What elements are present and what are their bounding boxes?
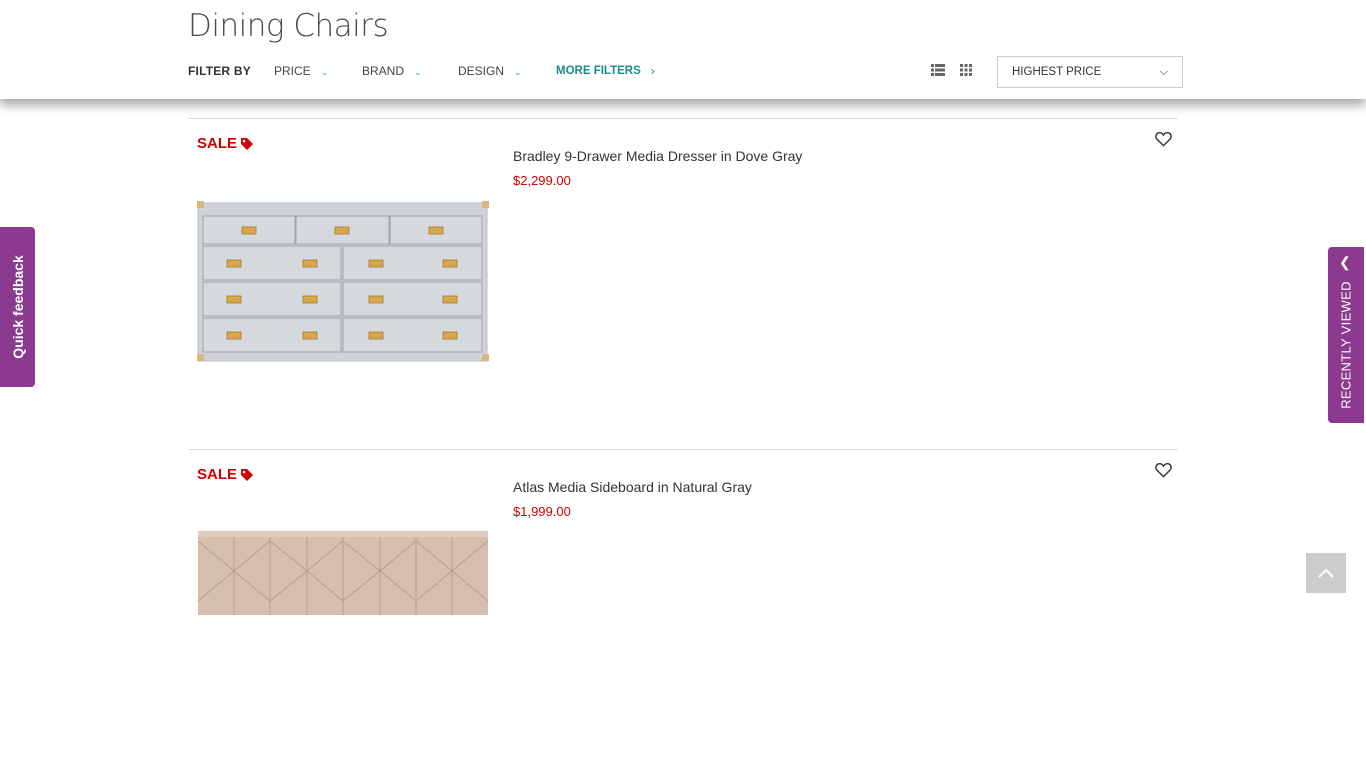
heart-icon[interactable] (1155, 462, 1172, 478)
price-filter-label: PRICE (274, 64, 311, 78)
chevron-up-icon (1318, 568, 1334, 578)
more-filters-label: MORE FILTERS (556, 65, 641, 77)
design-filter[interactable]: DESIGN ⌄ (458, 64, 556, 78)
price-filter[interactable]: PRICE ⌄ (274, 64, 362, 78)
product-image[interactable] (197, 531, 489, 615)
product-price: $1,999.00 (513, 504, 571, 519)
tag-icon (241, 468, 254, 481)
sale-label: SALE (197, 135, 238, 152)
quick-feedback-tab[interactable]: Quick feedback (0, 227, 35, 387)
sort-select-value: HIGHEST PRICE (1012, 66, 1102, 78)
sort-select[interactable]: HIGHEST PRICE ⌵ (997, 56, 1183, 88)
page-header: Dining Chairs FILTER BY PRICE ⌄ BRAND ⌄ … (0, 0, 1366, 99)
view-toggle (931, 64, 973, 76)
chevron-down-icon: ⌄ (414, 66, 422, 77)
chevron-down-icon: ⌄ (514, 66, 522, 77)
product-name[interactable]: Bradley 9-Drawer Media Dresser in Dove G… (513, 148, 802, 164)
brand-filter-label: BRAND (362, 64, 405, 78)
page-title: Dining Chairs (188, 8, 389, 44)
product-image[interactable] (197, 201, 489, 365)
recently-viewed-tab[interactable]: ❮ RECENTLY VIEWED (1328, 247, 1364, 423)
filter-bar: FILTER BY PRICE ⌄ BRAND ⌄ DESIGN ⌄ MORE … (188, 63, 655, 79)
list-view-icon[interactable] (931, 64, 945, 76)
product-name[interactable]: Atlas Media Sideboard in Natural Gray (513, 479, 752, 495)
tag-icon (241, 137, 254, 150)
design-filter-label: DESIGN (458, 64, 505, 78)
back-to-top-button[interactable] (1306, 553, 1346, 593)
brand-filter[interactable]: BRAND ⌄ (362, 64, 458, 78)
product-price: $2,299.00 (513, 173, 571, 188)
sale-label: SALE (197, 466, 238, 483)
chevron-down-icon: ⌵ (1159, 65, 1168, 78)
chevron-right-icon: › (650, 64, 655, 78)
chevron-down-icon: ⌄ (320, 66, 329, 77)
product-card: SALE Bradley 9-Drawer Media Dresser in D… (188, 119, 1178, 449)
chevron-left-icon: ❮ (1339, 254, 1351, 270)
grid-view-icon[interactable] (959, 64, 973, 76)
heart-icon[interactable] (1155, 131, 1172, 147)
product-card: SALE Atlas Media Sideboard in Natural Gr… (188, 450, 1178, 780)
sale-badge: SALE (197, 466, 254, 483)
recently-viewed-label: RECENTLY VIEWED (1338, 281, 1354, 409)
more-filters-button[interactable]: MORE FILTERS › (556, 64, 655, 78)
sale-badge: SALE (197, 135, 254, 152)
filter-by-label: FILTER BY (188, 64, 251, 78)
quick-feedback-label: Quick feedback (9, 255, 26, 359)
